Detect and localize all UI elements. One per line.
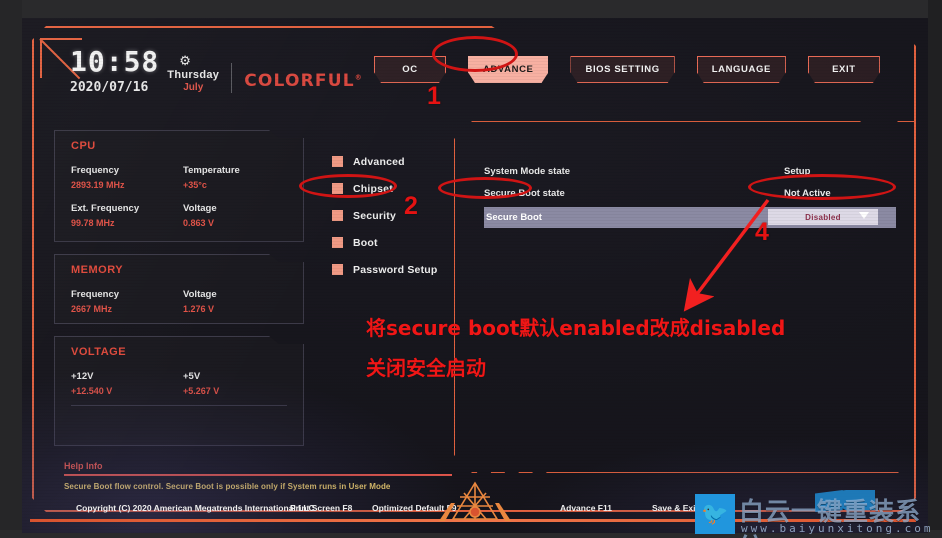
header-day-block: ⚙ Thursday July — [167, 53, 220, 93]
copyright-text: Copyright (C) 2020 American Megatrends I… — [76, 503, 315, 513]
secure-boot-dropdown[interactable]: Disabled — [768, 209, 878, 225]
memory-frequency-value: 2667 MHz — [71, 304, 113, 314]
tab-language[interactable]: LANGUAGE — [697, 56, 786, 83]
cpu-frequency-label: Frequency — [71, 165, 120, 176]
memory-card-title: MEMORY — [71, 264, 124, 276]
help-info-text: Secure Boot flow control. Secure Boot is… — [64, 481, 391, 491]
menu-item-security[interactable]: Security — [332, 202, 438, 229]
annotation-number-1: 1 — [427, 82, 441, 110]
rail-5v-label: +5V — [183, 371, 201, 382]
secure-boot-state-label: Secure Boot state — [484, 187, 565, 199]
clock-time: 10:58 — [70, 45, 160, 78]
tab-oc[interactable]: OC — [374, 56, 446, 83]
cpu-row-2: Ext. Frequency 99.78 MHz Voltage 0.863 V — [55, 190, 303, 228]
monitor-bezel-left — [0, 0, 22, 538]
voltage-row-1: +12V +12.540 V +5V +5.267 V — [55, 358, 303, 396]
menu-item-password-setup-label: Password Setup — [353, 263, 438, 276]
bullet-square-icon — [332, 210, 343, 221]
bios-screen: 10:58 2020/07/16 ⚙ Thursday July COLORFU… — [22, 18, 928, 533]
cpu-row-1: Frequency 2893.19 MHz Temperature +35°c — [55, 152, 303, 190]
menu-item-boot[interactable]: Boot — [332, 229, 438, 256]
secure-boot-label: Secure Boot — [486, 212, 542, 223]
tab-advance[interactable]: ADVANCE — [468, 56, 548, 83]
watermark: 🐦 白云一键重装系统 www.baiyunxitong.com — [695, 490, 942, 538]
bullet-square-icon — [332, 264, 343, 275]
memory-voltage-label: Voltage — [183, 289, 217, 300]
tab-bios-setting[interactable]: BIOS SETTING — [570, 56, 674, 83]
main-nav-tabs: OC ADVANCE BIOS SETTING LANGUAGE EXIT — [374, 56, 880, 83]
menu-item-chipset[interactable]: Chipset — [332, 175, 438, 202]
help-info-section: Help Info Secure Boot flow control. Secu… — [64, 461, 454, 491]
header-clock: 10:58 2020/07/16 ⚙ Thursday July COLORFU… — [70, 45, 363, 96]
menu-item-security-label: Security — [353, 209, 397, 222]
tab-exit[interactable]: EXIT — [808, 56, 880, 83]
annotation-note-line-1: 将secure boot默认enabled改成disabled — [366, 316, 786, 340]
bullet-square-icon — [332, 237, 343, 248]
menu-item-chipset-label: Chipset — [353, 182, 393, 195]
memory-frequency-label: Frequency — [71, 289, 120, 300]
brand-logo: COLORFUL® — [244, 71, 363, 91]
help-info-divider — [64, 474, 452, 476]
secure-boot-state-value: Not Active — [784, 187, 831, 199]
voltage-card-title: VOLTAGE — [71, 346, 127, 358]
clock-month: July — [183, 82, 204, 93]
print-screen-hint[interactable]: Print Screen F8 — [290, 503, 352, 513]
clock-date: 2020/07/16 — [70, 80, 149, 95]
rail-12v-value: +12.540 V — [71, 386, 113, 396]
twitter-bird-icon: 🐦 — [695, 494, 735, 534]
secure-boot-dropdown-value: Disabled — [805, 212, 841, 222]
rail-12v-label: +12V — [71, 371, 94, 382]
bullet-square-icon — [332, 183, 343, 194]
system-mode-state-label: System Mode state — [484, 165, 571, 177]
cpu-temperature-label: Temperature — [183, 165, 240, 176]
voltage-card-divider — [71, 405, 287, 406]
menu-item-advanced-label: Advanced — [353, 155, 405, 168]
cpu-voltage-label: Voltage — [183, 203, 217, 214]
clock-weekday: Thursday — [167, 69, 220, 81]
monitor-bezel-right — [928, 0, 942, 538]
annotation-number-4: 4 — [755, 218, 769, 246]
menu-item-password-setup[interactable]: Password Setup — [332, 256, 438, 283]
cpu-temperature-value: +35°c — [183, 180, 207, 190]
watermark-url: www.baiyunxitong.com — [741, 522, 934, 535]
memory-voltage-value: 1.276 V — [183, 304, 215, 314]
gear-icon: ⚙ — [179, 53, 191, 68]
menu-item-boot-label: Boot — [353, 236, 378, 249]
cpu-card-title: CPU — [71, 140, 96, 152]
row-secure-boot[interactable]: Secure Boot Disabled — [484, 207, 896, 228]
chevron-down-icon — [859, 212, 869, 219]
annotation-number-2: 2 — [404, 192, 418, 220]
cpu-frequency-value: 2893.19 MHz — [71, 180, 125, 190]
advance-hint[interactable]: Advance F11 — [560, 503, 612, 513]
brand-text: COLORFUL — [244, 71, 355, 91]
bullet-square-icon — [332, 156, 343, 167]
row-secure-boot-state: Secure Boot state Not Active — [484, 182, 896, 204]
memory-info-card: MEMORY Frequency 2667 MHz Voltage 1.276 … — [54, 254, 304, 324]
bios-screenshot: 10:58 2020/07/16 ⚙ Thursday July COLORFU… — [0, 0, 942, 538]
colorful-emblem-icon — [439, 481, 511, 521]
settings-rows: System Mode state Setup Secure Boot stat… — [484, 160, 896, 228]
memory-row-1: Frequency 2667 MHz Voltage 1.276 V — [55, 276, 303, 314]
annotation-note-line-2: 关闭安全启动 — [366, 356, 486, 380]
cpu-info-card: CPU Frequency 2893.19 MHz Temperature +3… — [54, 130, 304, 242]
rail-5v-value: +5.267 V — [183, 386, 220, 396]
header-divider — [231, 63, 233, 93]
row-system-mode-state: System Mode state Setup — [484, 160, 896, 182]
cpu-voltage-value: 0.863 V — [183, 218, 215, 228]
menu-item-advanced[interactable]: Advanced — [332, 148, 438, 175]
voltage-info-card: VOLTAGE +12V +12.540 V +5V +5.267 V — [54, 336, 304, 446]
system-mode-state-value: Setup — [784, 165, 811, 177]
cpu-ext-frequency-label: Ext. Frequency — [71, 203, 140, 214]
cpu-ext-frequency-value: 99.78 MHz — [71, 218, 115, 228]
advance-submenu-list: Advanced Chipset Security Boot Password … — [332, 148, 438, 283]
help-info-title: Help Info — [64, 461, 103, 471]
